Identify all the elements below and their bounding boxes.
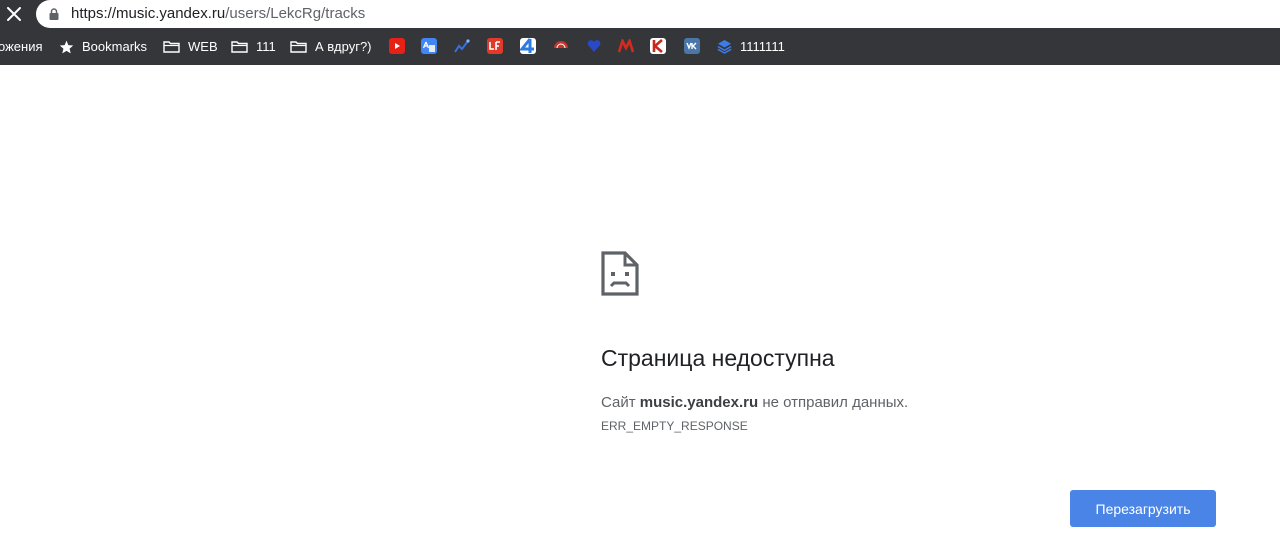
youtube-icon[interactable] (389, 38, 405, 54)
google-translate-icon[interactable] (421, 38, 437, 54)
error-host: music.yandex.ru (639, 394, 759, 411)
folder-icon (231, 41, 248, 53)
bookmark-1111111[interactable]: 1111111 (717, 28, 785, 65)
chart-glyph-icon (454, 39, 470, 53)
bookmark-folder-111[interactable]: 111 (231, 28, 276, 65)
uf-glyph-icon (489, 41, 500, 50)
bookmark-folder-web[interactable]: WEB (163, 28, 218, 65)
vk-icon[interactable] (684, 38, 700, 54)
bookmark-apps[interactable]: ожения (0, 28, 43, 65)
k-glyph-icon (652, 39, 663, 53)
address-bar[interactable]: https://music.yandex.ru/users/LekcRg/tra… (36, 0, 1280, 28)
error-desc-suffix: не отправил данных. (758, 394, 909, 411)
umbrella-glyph-icon (554, 41, 568, 49)
bookmark-label: А вдруг?) (315, 39, 372, 54)
sad-page-icon (601, 251, 639, 296)
url-text[interactable]: https://music.yandex.ru/users/LekcRg/tra… (71, 5, 365, 23)
vk-glyph-icon (686, 42, 697, 50)
k-icon[interactable] (650, 38, 666, 54)
bookmark-bookmarks[interactable]: Bookmarks (59, 28, 147, 65)
close-icon (7, 7, 21, 21)
play-icon (395, 43, 400, 49)
bookmarks-bar: ожения Bookmarks WEB 111 А вдруг?) 11111… (0, 28, 1280, 65)
chart-icon[interactable] (454, 38, 470, 54)
error-code: ERR_EMPTY_RESPONSE (601, 419, 748, 433)
url-host: https://music.yandex.ru (71, 5, 226, 22)
bookmark-folder-a-vdrug[interactable]: А вдруг?) (290, 28, 372, 65)
four-glyph-icon (520, 38, 534, 53)
error-description: Сайт music.yandex.ru не отправил данных. (601, 393, 908, 413)
star-icon (59, 40, 74, 53)
url-path: /users/LekcRg/tracks (225, 5, 366, 22)
reload-button[interactable]: Перезагрузить (1070, 490, 1216, 527)
heart-glyph-icon (587, 40, 601, 52)
metro-icon[interactable] (618, 38, 634, 54)
error-title: Страница недоступна (601, 345, 835, 371)
bookmark-label: 111 (256, 39, 276, 54)
error-desc-prefix: Сайт (601, 394, 640, 411)
umbrella-icon[interactable] (553, 38, 569, 54)
translate-glyph-icon (423, 41, 435, 52)
bookmark-label: 1111111 (740, 39, 785, 54)
heart-icon[interactable] (586, 38, 602, 54)
lock-icon (49, 8, 59, 20)
channel-4-icon[interactable] (520, 38, 536, 54)
folder-icon (163, 41, 180, 53)
stop-loading-button[interactable] (0, 0, 28, 28)
folder-icon (290, 41, 307, 53)
bookmark-label: ожения (0, 39, 43, 54)
uf-icon[interactable] (487, 38, 503, 54)
layers-icon (717, 39, 732, 54)
metro-m-icon (618, 39, 634, 53)
bookmark-label: WEB (188, 39, 218, 54)
bookmark-label: Bookmarks (82, 39, 148, 54)
browser-toolbar: https://music.yandex.ru/users/LekcRg/tra… (0, 0, 1280, 28)
